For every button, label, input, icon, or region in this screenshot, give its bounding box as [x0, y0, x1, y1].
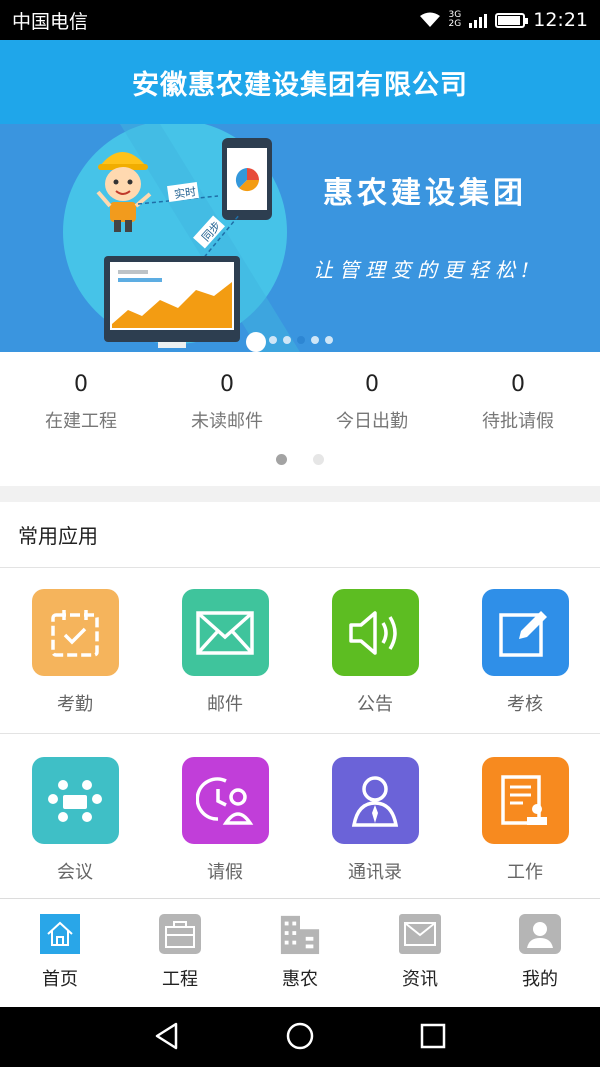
- app-label: 工作: [507, 862, 543, 883]
- app-contacts[interactable]: 通讯录: [300, 757, 450, 884]
- nav-label: 工程: [162, 969, 198, 990]
- stat-value: 0: [220, 372, 234, 397]
- stat-leave-pending[interactable]: 0 待批请假: [443, 372, 593, 433]
- stat-label: 在建工程: [45, 411, 117, 432]
- app-grid-row: 会议 请假 通讯录 工作: [0, 736, 600, 902]
- edit-icon: [481, 589, 569, 676]
- system-nav-bar: [0, 1007, 600, 1067]
- recents-icon[interactable]: [418, 1021, 448, 1051]
- app-work[interactable]: 工作: [450, 757, 600, 884]
- banner-dot-active[interactable]: [297, 336, 305, 344]
- app-mail[interactable]: 邮件: [150, 589, 300, 716]
- meeting-icon: [31, 757, 119, 844]
- mail-icon: [399, 913, 441, 955]
- nav-projects[interactable]: 工程: [120, 913, 240, 991]
- status-bar: 中国电信 3G 2G 12:21: [0, 0, 600, 40]
- profile-icon: [519, 913, 561, 955]
- nav-label: 资讯: [402, 969, 438, 990]
- app-label: 考勤: [57, 694, 93, 715]
- banner-dot[interactable]: [311, 336, 319, 344]
- stats-pagination[interactable]: [276, 454, 324, 465]
- page-title: 安徽惠农建设集团有限公司: [132, 69, 468, 101]
- home-icon: [39, 913, 81, 955]
- app-label: 邮件: [207, 694, 243, 715]
- nav-label: 惠农: [282, 969, 318, 990]
- app-attendance[interactable]: 考勤: [0, 589, 150, 716]
- stat-value: 0: [74, 372, 88, 397]
- banner-title: 惠农建设集团: [323, 176, 527, 211]
- bottom-nav: 首页 工程 惠农 资讯 我的: [0, 898, 600, 1007]
- banner-illustration: 实时 同步: [63, 124, 300, 352]
- network-type: 3G 2G: [448, 10, 462, 29]
- app-label: 通讯录: [348, 862, 402, 883]
- banner-carousel[interactable]: 实时 同步 惠农建设集团 让管理变的更轻松!: [0, 124, 600, 352]
- monitor-illustration: [104, 256, 240, 348]
- home-circle-icon[interactable]: [285, 1021, 315, 1051]
- banner-dot[interactable]: [269, 336, 277, 344]
- back-icon[interactable]: [152, 1021, 182, 1051]
- wifi-icon: [419, 12, 440, 27]
- stat-projects[interactable]: 0 在建工程: [6, 372, 156, 433]
- phone-illustration: [222, 138, 272, 220]
- document-stamp-icon: [481, 757, 569, 844]
- signal-icon: [469, 12, 488, 28]
- nav-news[interactable]: 资讯: [360, 913, 480, 991]
- app-assessment[interactable]: 考核: [450, 589, 600, 716]
- calendar-check-icon: [31, 589, 119, 676]
- app-label: 会议: [57, 862, 93, 883]
- nav-home[interactable]: 首页: [0, 913, 120, 991]
- building-icon: [279, 913, 321, 955]
- nav-huinong[interactable]: 惠农: [240, 913, 360, 991]
- envelope-icon: [181, 589, 269, 676]
- app-grid-row: 考勤 邮件 公告 考核: [0, 568, 600, 734]
- section-divider: [0, 486, 600, 502]
- carrier-name: 中国电信: [12, 10, 89, 33]
- stat-value: 0: [365, 372, 379, 397]
- stat-unread-mail[interactable]: 0 未读邮件: [152, 372, 302, 433]
- banner-slogan: 让管理变的更轻松!: [313, 258, 536, 282]
- battery-icon: [495, 12, 529, 28]
- stat-label: 待批请假: [482, 411, 554, 432]
- nav-label: 首页: [42, 969, 78, 990]
- nav-label: 我的: [522, 969, 558, 990]
- app-leave[interactable]: 请假: [150, 757, 300, 884]
- clock-user-icon: [181, 757, 269, 844]
- stats-panel: 0 在建工程 0 未读邮件 0 今日出勤 0 待批请假: [0, 352, 600, 486]
- app-label: 考核: [507, 694, 543, 715]
- banner-pagination[interactable]: [269, 336, 333, 344]
- app-label: 公告: [357, 694, 393, 715]
- app-notice[interactable]: 公告: [300, 589, 450, 716]
- stats-dot[interactable]: [313, 454, 324, 465]
- contact-icon: [331, 757, 419, 844]
- clock: 12:21: [533, 9, 588, 31]
- banner-dot[interactable]: [325, 336, 333, 344]
- app-header: 安徽惠农建设集团有限公司: [0, 40, 600, 124]
- banner-dot[interactable]: [283, 336, 291, 344]
- app-meeting[interactable]: 会议: [0, 757, 150, 884]
- app-label: 请假: [207, 862, 243, 883]
- stat-label: 今日出勤: [336, 411, 408, 432]
- nav-mine[interactable]: 我的: [480, 913, 600, 991]
- stat-value: 0: [511, 372, 525, 397]
- speaker-icon: [331, 589, 419, 676]
- briefcase-icon: [159, 913, 201, 955]
- stats-dot-active[interactable]: [276, 454, 287, 465]
- stat-label: 未读邮件: [191, 411, 263, 432]
- stat-attendance[interactable]: 0 今日出勤: [297, 372, 447, 433]
- section-title: 常用应用: [0, 502, 600, 568]
